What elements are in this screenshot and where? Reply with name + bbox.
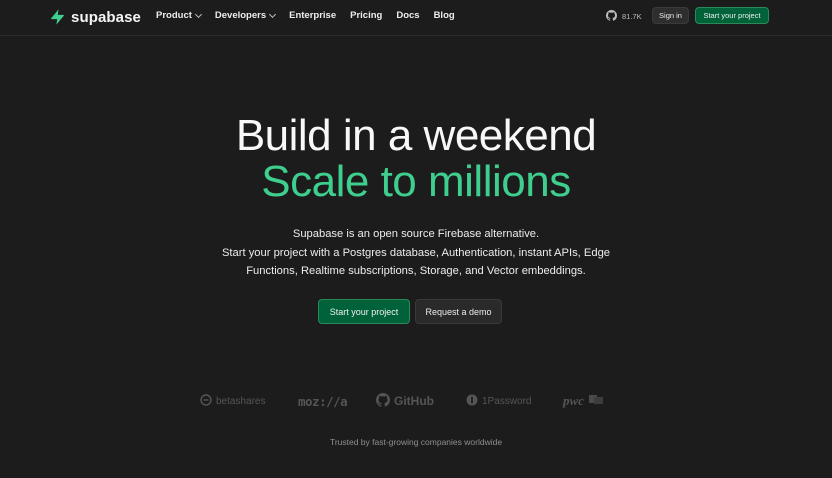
request-demo-button[interactable]: Request a demo [415, 299, 502, 324]
sign-in-button[interactable]: Sign in [652, 7, 689, 24]
hero-title-line2: Scale to millions [261, 157, 571, 206]
github-wordmark: GitHub [394, 394, 434, 408]
chevron-down-icon [269, 10, 277, 18]
github-logo: GitHub [376, 390, 434, 412]
supabase-bolt-icon [50, 9, 65, 25]
betashares-wordmark: betashares [216, 395, 266, 407]
top-navigation: supabase Product Developers Enterprise P… [0, 0, 832, 36]
nav-start-project-button[interactable]: Start your project [695, 7, 769, 24]
betashares-icon [200, 393, 212, 409]
hero-subtitle-line: Functions, Realtime subscriptions, Stora… [246, 265, 586, 277]
pwc-blocks-icon [588, 393, 604, 409]
github-stars-link[interactable]: 81.7K [606, 10, 642, 23]
mozilla-logo: moz://a [298, 390, 348, 412]
pwc-logo: pwc [563, 390, 604, 412]
nav-item-docs[interactable]: Docs [396, 10, 419, 21]
page: supabase Product Developers Enterprise P… [0, 0, 832, 478]
nav-item-developers[interactable]: Developers [214, 10, 277, 21]
trusted-caption: Trusted by fast-growing companies worldw… [329, 437, 503, 447]
start-project-button[interactable]: Start your project [318, 299, 410, 324]
nav-item-enterprise[interactable]: Enterprise [289, 10, 336, 21]
hero-subtitle: Supabase is an open source Firebase alte… [196, 225, 636, 281]
mozilla-wordmark: moz://a [298, 393, 348, 409]
nav-item-label: Developers [214, 10, 267, 21]
github-octocat-icon [376, 392, 390, 410]
supabase-logo[interactable]: supabase [50, 8, 141, 26]
brand-name: supabase [71, 8, 141, 26]
github-stars-count: 81.7K [622, 12, 642, 21]
nav-item-label: Pricing [350, 10, 383, 21]
hero-title-line1: Build in a weekend [235, 111, 597, 160]
nav-item-label: Blog [433, 10, 455, 21]
nav-links: Product Developers Enterprise Pricing Do… [156, 10, 455, 21]
1password-wordmark: 1Password [482, 395, 532, 407]
nav-item-label: Product [156, 10, 192, 21]
nav-item-label: Enterprise [289, 10, 337, 21]
github-icon [606, 10, 617, 23]
1password-icon [466, 394, 478, 409]
betashares-logo: betashares [200, 390, 265, 412]
nav-item-pricing[interactable]: Pricing [350, 10, 382, 21]
pwc-wordmark: pwc [563, 393, 584, 408]
nav-item-label: Docs [396, 10, 420, 21]
nav-item-blog[interactable]: Blog [434, 10, 455, 21]
chevron-down-icon [194, 10, 202, 18]
hero-subtitle-line: Start your project with a Postgres datab… [221, 246, 611, 259]
hero-subtitle-line: Supabase is an open source Firebase alte… [292, 228, 540, 240]
1password-logo: 1Password [466, 390, 531, 412]
customer-logos: betashares moz://a GitHub 1Password pwc [0, 390, 832, 412]
nav-item-product[interactable]: Product [156, 10, 202, 21]
